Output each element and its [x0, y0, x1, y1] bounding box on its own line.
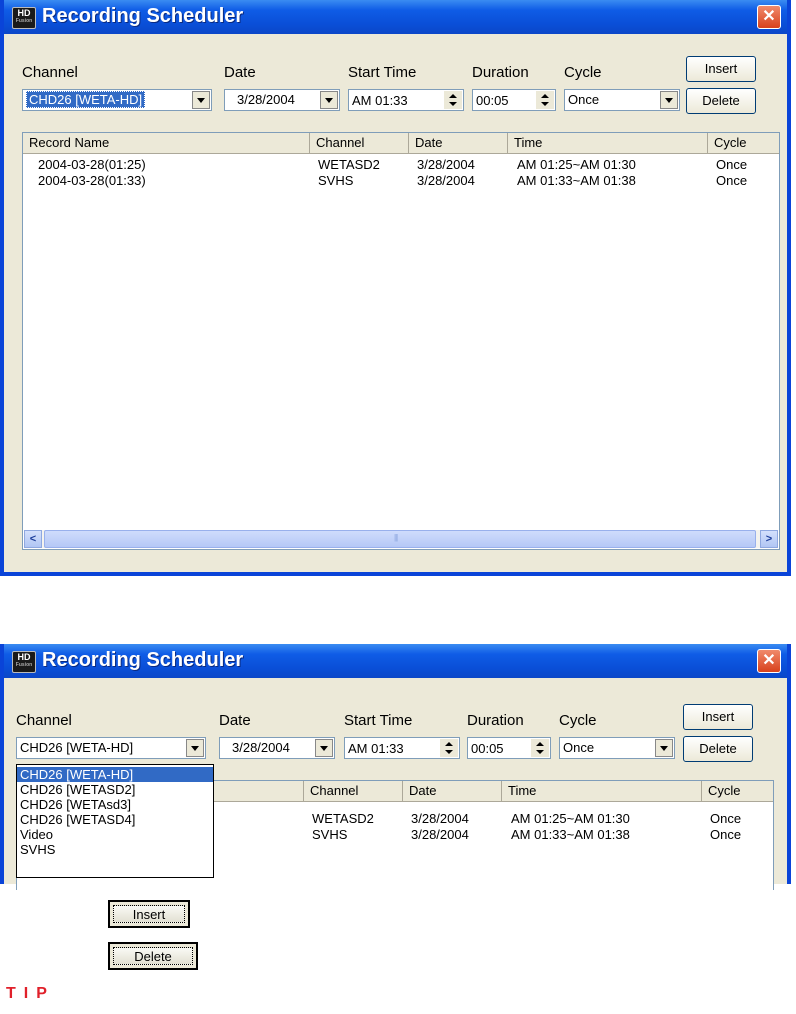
duration-label: Duration [472, 64, 529, 81]
insert-button-example[interactable]: Insert [108, 900, 190, 928]
date-label: Date [224, 64, 256, 81]
cell-record-name: 2004-03-28(01:33) [38, 173, 146, 188]
scroll-left-icon[interactable]: < [24, 530, 42, 548]
col-cycle[interactable]: Cycle [702, 781, 773, 801]
col-date[interactable]: Date [409, 133, 508, 153]
cell-record-name: 2004-03-28(01:25) [38, 157, 146, 172]
schedule-list[interactable]: Record Name Channel Date Time Cycle 2004… [22, 132, 780, 550]
cell-cycle: Once [710, 827, 742, 842]
cycle-select[interactable]: Once [564, 89, 680, 111]
chevron-down-icon[interactable] [186, 739, 204, 757]
duration-spinner[interactable]: 00:05 [467, 737, 551, 759]
start-time-value: AM 01:33 [352, 93, 408, 108]
cell-channel: WETASD2 [318, 157, 380, 172]
start-time-label: Start Time [348, 64, 417, 81]
cell-cycle: Once [710, 811, 742, 826]
cell-channel: SVHS [318, 173, 354, 188]
cycle-label: Cycle [559, 712, 597, 729]
scroll-thumb[interactable] [44, 530, 756, 548]
title-bar[interactable]: HD Fusion Recording Scheduler ✕ [4, 0, 787, 34]
cell-date: 3/28/2004 [411, 811, 469, 826]
horizontal-scrollbar[interactable]: < > [24, 530, 778, 548]
channel-select[interactable]: CHD26 [WETA-HD] [22, 89, 212, 111]
start-time-value: AM 01:33 [348, 741, 404, 756]
dropdown-option[interactable]: CHD26 [WETAsd3] [17, 797, 213, 812]
spin-arrows-icon[interactable] [444, 91, 462, 109]
duration-label: Duration [467, 712, 524, 729]
date-value: 3/28/2004 [232, 740, 290, 755]
delete-button[interactable]: Delete [683, 736, 753, 762]
chevron-down-icon[interactable] [192, 91, 210, 109]
channel-label: Channel [16, 712, 72, 729]
cycle-value: Once [563, 740, 595, 755]
chevron-down-icon[interactable] [315, 739, 333, 757]
chevron-down-icon[interactable] [660, 91, 678, 109]
recording-scheduler-window-dropdown: HD Fusion Recording Scheduler ✕ Channel D… [0, 644, 791, 890]
col-time[interactable]: Time [508, 133, 708, 153]
col-time[interactable]: Time [502, 781, 702, 801]
col-date[interactable]: Date [403, 781, 502, 801]
start-time-spinner[interactable]: AM 01:33 [348, 89, 464, 111]
date-label: Date [219, 712, 251, 729]
window-title: Recording Scheduler [42, 5, 244, 27]
date-picker[interactable]: 3/28/2004 [219, 737, 335, 759]
channel-selected-value: CHD26 [WETA-HD] [26, 91, 146, 108]
table-row[interactable]: 2004-03-28(01:33) SVHS 3/28/2004 AM 01:3… [23, 173, 779, 189]
close-button[interactable]: ✕ [757, 5, 781, 29]
cell-channel: WETASD2 [312, 811, 374, 826]
cell-cycle: Once [716, 157, 748, 172]
delete-button-example[interactable]: Delete [108, 942, 198, 970]
spin-arrows-icon[interactable] [440, 739, 458, 757]
app-icon: HD Fusion [12, 7, 36, 29]
insert-button[interactable]: Insert [686, 56, 756, 82]
delete-button[interactable]: Delete [686, 88, 756, 114]
tip-heading: TIP [6, 985, 55, 1002]
spin-arrows-icon[interactable] [531, 739, 549, 757]
dropdown-option[interactable]: SVHS [17, 842, 213, 857]
channel-label: Channel [22, 64, 78, 81]
title-bar[interactable]: HD Fusion Recording Scheduler ✕ [4, 644, 787, 678]
window-title: Recording Scheduler [42, 649, 244, 671]
chevron-down-icon[interactable] [320, 91, 338, 109]
duration-value: 00:05 [471, 741, 504, 756]
dropdown-option[interactable]: Video [17, 827, 213, 842]
chevron-down-icon[interactable] [655, 739, 673, 757]
spin-arrows-icon[interactable] [536, 91, 554, 109]
cell-channel: SVHS [312, 827, 348, 842]
insert-button[interactable]: Insert [683, 704, 753, 730]
cell-date: 3/28/2004 [411, 827, 469, 842]
cycle-label: Cycle [564, 64, 602, 81]
cell-date: 3/28/2004 [417, 157, 475, 172]
cell-time: AM 01:25~AM 01:30 [517, 157, 636, 172]
date-picker[interactable]: 3/28/2004 [224, 89, 340, 111]
list-header: Record Name Channel Date Time Cycle [23, 133, 779, 154]
cell-cycle: Once [716, 173, 748, 188]
cell-time: AM 01:25~AM 01:30 [511, 811, 630, 826]
dropdown-option[interactable]: CHD26 [WETASD4] [17, 812, 213, 827]
recording-scheduler-window: HD Fusion Recording Scheduler ✕ Channel D… [0, 0, 791, 576]
cell-time: AM 01:33~AM 01:38 [517, 173, 636, 188]
col-record-name[interactable]: Record Name [23, 133, 310, 153]
cycle-value: Once [568, 92, 600, 107]
dropdown-option[interactable]: CHD26 [WETA-HD] [17, 767, 213, 782]
cell-time: AM 01:33~AM 01:38 [511, 827, 630, 842]
col-channel[interactable]: Channel [304, 781, 403, 801]
close-button[interactable]: ✕ [757, 649, 781, 673]
channel-selected-value: CHD26 [WETA-HD] [20, 740, 134, 755]
duration-spinner[interactable]: 00:05 [472, 89, 556, 111]
table-row[interactable]: 2004-03-28(01:25) WETASD2 3/28/2004 AM 0… [23, 157, 779, 173]
cell-date: 3/28/2004 [417, 173, 475, 188]
scroll-right-icon[interactable]: > [760, 530, 778, 548]
app-icon: HD Fusion [12, 651, 36, 673]
channel-select[interactable]: CHD26 [WETA-HD] [16, 737, 206, 759]
cycle-select[interactable]: Once [559, 737, 675, 759]
channel-dropdown-list[interactable]: CHD26 [WETA-HD] CHD26 [WETASD2] CHD26 [W… [16, 764, 214, 878]
col-channel[interactable]: Channel [310, 133, 409, 153]
col-cycle[interactable]: Cycle [708, 133, 779, 153]
start-time-spinner[interactable]: AM 01:33 [344, 737, 460, 759]
start-time-label: Start Time [344, 712, 413, 729]
duration-value: 00:05 [476, 93, 509, 108]
dropdown-option[interactable]: CHD26 [WETASD2] [17, 782, 213, 797]
date-value: 3/28/2004 [237, 92, 295, 107]
